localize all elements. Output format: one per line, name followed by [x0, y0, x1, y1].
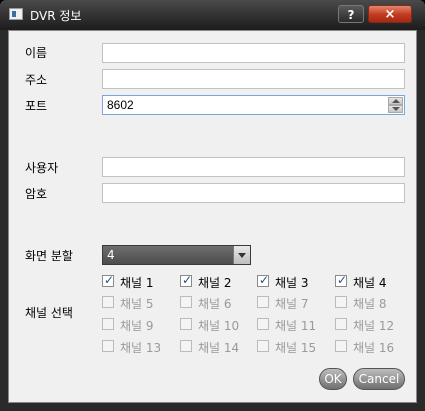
checkbox-unchecked-icon [335, 296, 347, 308]
address-field[interactable] [102, 69, 405, 89]
checkbox-unchecked-icon [335, 318, 347, 330]
port-spinner[interactable] [388, 97, 403, 113]
channel-label: 채널 12 [353, 319, 395, 333]
chevron-down-icon[interactable] [233, 246, 250, 264]
channel-label: 채널 14 [198, 341, 240, 355]
checkbox-unchecked-icon [102, 340, 114, 352]
checkbox-checked-icon[interactable]: ✓ [180, 273, 193, 287]
channel-label: 채널 1 [120, 276, 154, 290]
checkbox-unchecked-icon [180, 296, 192, 308]
checkbox-unchecked-icon [180, 340, 192, 352]
channel-label: 채널 11 [275, 319, 317, 333]
split-label: 화면 분할 [25, 249, 73, 263]
name-field[interactable] [102, 43, 405, 63]
window-title: DVR 정보 [30, 9, 82, 23]
checkbox-checked-icon[interactable]: ✓ [257, 273, 270, 287]
window-icon [9, 8, 23, 20]
spin-up-icon[interactable] [388, 97, 403, 105]
dvr-info-dialog: DVR 정보 ? × 이름 주소 포트 8602 사용자 암호 화면 분할 4 … [0, 0, 425, 411]
port-value: 8602 [107, 98, 134, 112]
spin-down-icon[interactable] [388, 105, 403, 113]
password-field[interactable] [102, 183, 405, 203]
port-field[interactable]: 8602 [102, 95, 405, 115]
check-mark-icon: ✓ [337, 273, 348, 287]
check-mark-icon: ✓ [182, 273, 193, 287]
title-bar[interactable]: DVR 정보 ? × [0, 0, 425, 30]
password-label: 암호 [25, 187, 48, 201]
checkbox-unchecked-icon [335, 340, 347, 352]
channel-label: 채널 5 [120, 297, 154, 311]
close-button[interactable]: × [368, 5, 412, 23]
dialog-body: 이름 주소 포트 8602 사용자 암호 화면 분할 4 채널 선택 ✓ 채널 1… [8, 30, 417, 403]
channel-label: 채널 15 [275, 341, 317, 355]
checkbox-unchecked-icon [257, 318, 269, 330]
channel-label: 채널 2 [198, 276, 232, 290]
ok-button[interactable]: OK [319, 368, 347, 390]
split-select[interactable]: 4 [102, 245, 251, 265]
name-label: 이름 [25, 46, 48, 60]
address-label: 주소 [25, 73, 48, 87]
channel-select-label: 채널 선택 [25, 306, 73, 320]
channel-label: 채널 3 [275, 276, 309, 290]
checkbox-unchecked-icon [257, 340, 269, 352]
checkbox-unchecked-icon [102, 318, 114, 330]
channel-label: 채널 4 [353, 276, 387, 290]
port-label: 포트 [25, 99, 48, 113]
channel-label: 채널 8 [353, 297, 387, 311]
help-button[interactable]: ? [338, 5, 364, 23]
channel-label: 채널 7 [275, 297, 309, 311]
user-label: 사용자 [25, 161, 59, 175]
cancel-button[interactable]: Cancel [353, 368, 405, 390]
user-field[interactable] [102, 157, 405, 177]
checkbox-checked-icon[interactable]: ✓ [102, 273, 115, 287]
channel-label: 채널 13 [120, 341, 162, 355]
checkbox-checked-icon[interactable]: ✓ [335, 273, 348, 287]
checkbox-unchecked-icon [102, 296, 114, 308]
checkbox-unchecked-icon [257, 296, 269, 308]
checkbox-unchecked-icon [180, 318, 192, 330]
channel-label: 채널 9 [120, 319, 154, 333]
channel-label: 채널 6 [198, 297, 232, 311]
split-value: 4 [107, 248, 115, 262]
check-mark-icon: ✓ [259, 273, 270, 287]
channel-label: 채널 10 [198, 319, 240, 333]
channel-label: 채널 16 [353, 341, 395, 355]
check-mark-icon: ✓ [104, 273, 115, 287]
